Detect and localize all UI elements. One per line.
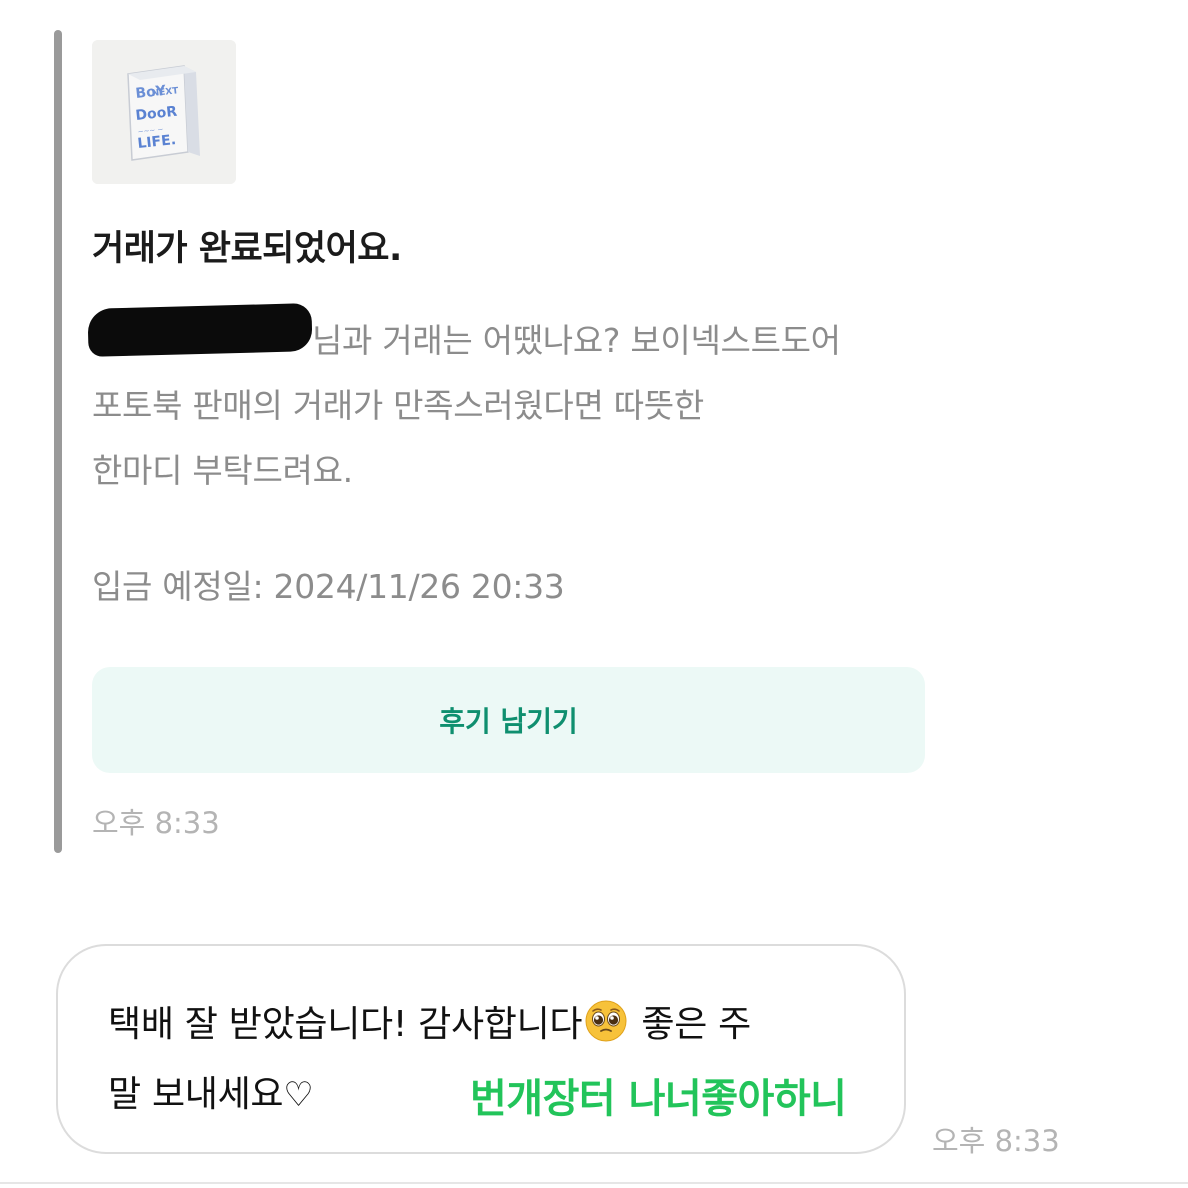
body-line-3: 한마디 부탁드려요. xyxy=(92,451,353,490)
trade-complete-title: 거래가 완료되었어요. xyxy=(92,229,402,269)
photobook-icon: BoY NEXT DooR ~~~ ~ LIFE. xyxy=(92,40,236,184)
body-line-2: 포토북 판매의 거래가 만족스러웠다면 따뜻한 xyxy=(92,386,704,425)
heart-icon: ♡ xyxy=(283,1075,314,1115)
user-message-timestamp: 오후 8:33 xyxy=(932,1124,1060,1158)
user-message-line-2-text: 말 보내세요 xyxy=(108,1074,284,1115)
leave-review-button[interactable]: 후기 남기기 xyxy=(92,667,925,773)
system-message-timestamp: 오후 8:33 xyxy=(92,806,220,840)
redacted-username xyxy=(87,303,313,357)
system-message-quote-bar xyxy=(54,30,62,853)
bottom-divider xyxy=(0,1182,1188,1184)
overlay-caption: 번개장터 나너좋아하니 xyxy=(470,1076,847,1122)
user-message-line-1-text: 택배 잘 받았습니다! 감사합니다 xyxy=(108,1004,583,1045)
pleading-face-icon xyxy=(585,1000,627,1042)
user-message-line-1-tail: 좋은 주 xyxy=(641,1004,751,1045)
user-message-line-1: 택배 잘 받았습니다! 감사합니다 좋은 주 xyxy=(108,990,751,1060)
deposit-date-text: 입금 예정일: 2024/11/26 20:33 xyxy=(92,567,565,606)
product-thumbnail[interactable]: BoY NEXT DooR ~~~ ~ LIFE. xyxy=(92,40,236,184)
